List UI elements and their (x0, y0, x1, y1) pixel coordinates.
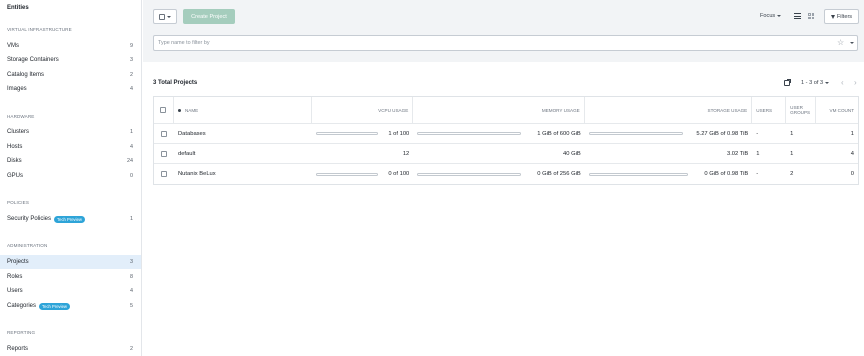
section-heading-reporting: REPORTING (7, 330, 36, 335)
table-row[interactable]: default 12 40 GiB 3.02 TiB 1 1 4 (154, 144, 858, 164)
toolbar: Create Project Focus Filters ☆ (143, 0, 864, 62)
users-value: 1 (756, 150, 760, 157)
column-header-user-groups[interactable]: USER GROUPS (786, 97, 817, 123)
tech-preview-badge: Tech Preview (39, 302, 70, 310)
project-name-link[interactable]: Databases (174, 124, 312, 143)
filters-label: Filters (836, 13, 853, 20)
users-value: - (756, 171, 759, 177)
sidebar-item-reports[interactable]: Reports 2 (0, 342, 141, 356)
chevron-down-icon (777, 15, 782, 17)
vcpu-usage-bar (315, 172, 378, 176)
vcpu-usage-value: 12 (402, 150, 410, 157)
project-name-link[interactable]: Nutanix BeLux (174, 164, 312, 184)
sidebar-item-clusters[interactable]: Clusters 1 (0, 125, 141, 139)
memory-usage-bar (417, 172, 522, 176)
bulk-select-dropdown[interactable] (153, 9, 177, 24)
user-groups-value: 1 (790, 150, 794, 157)
user-groups-value: 1 (790, 130, 794, 137)
export-icon[interactable] (784, 79, 791, 86)
section-heading-administration: ADMINISTRATION (7, 243, 48, 248)
filters-button[interactable]: Filters (824, 9, 859, 24)
sidebar-item-images[interactable]: Images 4 (0, 82, 141, 96)
column-header-vm-count[interactable]: VM COUNT (816, 97, 858, 123)
column-header-storage[interactable]: STORAGE USAGE (585, 97, 753, 123)
section-heading-hardware: HARDWARE (7, 114, 35, 119)
row-checkbox[interactable] (160, 150, 167, 157)
sidebar-item-vms[interactable]: VMs 9 (0, 39, 141, 53)
previous-page-icon[interactable]: ‹ (841, 78, 844, 88)
memory-usage-bar (417, 132, 522, 135)
table-row[interactable]: Databases 1 of 100 1 GiB of 600 GiB 5.27… (154, 124, 858, 144)
storage-usage-value: 5.27 GiB of 0.98 TiB (696, 130, 749, 137)
column-header-vcpu[interactable]: VCPU USAGE (312, 97, 414, 123)
section-heading-policies: POLICIES (7, 200, 29, 205)
chevron-down-icon (825, 82, 830, 84)
filter-icon (830, 14, 835, 19)
storage-usage-value: 3.02 TiB (726, 150, 749, 157)
storage-usage-value: 0 GiB of 0.98 TiB (704, 171, 749, 177)
focus-dropdown[interactable]: Focus (760, 13, 782, 19)
table-row[interactable]: Nutanix BeLux 0 of 100 0 GiB of 256 GiB … (154, 164, 858, 184)
vcpu-usage-value: 1 of 100 (388, 130, 410, 137)
column-header-users[interactable]: USERS (752, 97, 787, 123)
vm-count-value: 0 (850, 171, 854, 177)
next-page-icon[interactable]: › (854, 78, 857, 88)
sort-icon (177, 108, 181, 112)
chevron-down-icon[interactable] (850, 42, 854, 44)
total-projects-label: 3 Total Projects (153, 80, 198, 86)
user-groups-value: 2 (790, 171, 794, 177)
vcpu-usage-value: 0 of 100 (388, 171, 410, 177)
select-all-checkbox[interactable] (160, 107, 167, 113)
table-header: NAME VCPU USAGE MEMORY USAGE STORAGE USA… (154, 97, 858, 124)
users-value: - (756, 130, 759, 137)
filter-bar: ☆ (153, 35, 858, 51)
sidebar-title: Entities (7, 5, 29, 11)
sidebar-item-storage-containers[interactable]: Storage Containers 3 (0, 53, 141, 67)
sidebar-item-catalog-items[interactable]: Catalog Items 2 (0, 68, 141, 82)
storage-usage-bar (588, 172, 688, 176)
column-header-name[interactable]: NAME (174, 97, 312, 123)
tech-preview-badge: Tech Preview (54, 215, 85, 223)
pagination-dropdown[interactable]: 1 - 3 of 3 (801, 80, 830, 86)
grid-view-icon[interactable] (808, 13, 814, 19)
focus-label: Focus (760, 13, 776, 19)
memory-usage-value: 40 GiB (563, 150, 581, 157)
sidebar-item-hosts[interactable]: Hosts 4 (0, 140, 141, 154)
vm-count-value: 4 (850, 150, 854, 157)
create-project-button[interactable]: Create Project (183, 9, 235, 24)
sidebar: Entities VIRTUAL INFRASTRUCTURE VMs 9 Sto… (0, 0, 142, 356)
sidebar-item-gpus[interactable]: GPUs 0 (0, 169, 141, 183)
row-checkbox[interactable] (160, 171, 167, 177)
checkbox-icon (159, 13, 165, 20)
filter-input[interactable] (158, 38, 758, 48)
list-view-icon[interactable] (794, 13, 801, 19)
projects-table: NAME VCPU USAGE MEMORY USAGE STORAGE USA… (153, 96, 859, 185)
memory-usage-value: 1 GiB of 600 GiB (537, 130, 581, 137)
projects-content: 3 Total Projects 1 - 3 of 3 ‹ › NAME VCP… (143, 62, 864, 356)
sidebar-item-categories[interactable]: Categories Tech Preview 5 (0, 299, 141, 313)
storage-usage-bar (588, 132, 683, 135)
column-header-memory[interactable]: MEMORY USAGE (413, 97, 585, 123)
project-name-link[interactable]: default (174, 144, 312, 163)
vcpu-usage-bar (315, 132, 378, 135)
sidebar-item-security-policies[interactable]: Security Policies Tech Preview 1 (0, 212, 141, 226)
sidebar-item-projects[interactable]: Projects 3 (0, 255, 141, 269)
main-panel: Create Project Focus Filters ☆ 3 Total P… (143, 0, 864, 356)
memory-usage-value: 0 GiB of 256 GiB (537, 171, 581, 177)
chevron-down-icon (167, 15, 171, 18)
star-icon[interactable]: ☆ (837, 38, 844, 48)
sidebar-item-users[interactable]: Users 4 (0, 284, 141, 298)
vm-count-value: 1 (850, 130, 854, 137)
pagination-label: 1 - 3 of 3 (801, 80, 824, 86)
row-checkbox[interactable] (160, 130, 167, 137)
sidebar-item-disks[interactable]: Disks 24 (0, 154, 141, 168)
section-heading-virtual-infrastructure: VIRTUAL INFRASTRUCTURE (7, 27, 72, 32)
sidebar-item-roles[interactable]: Roles 8 (0, 270, 141, 284)
